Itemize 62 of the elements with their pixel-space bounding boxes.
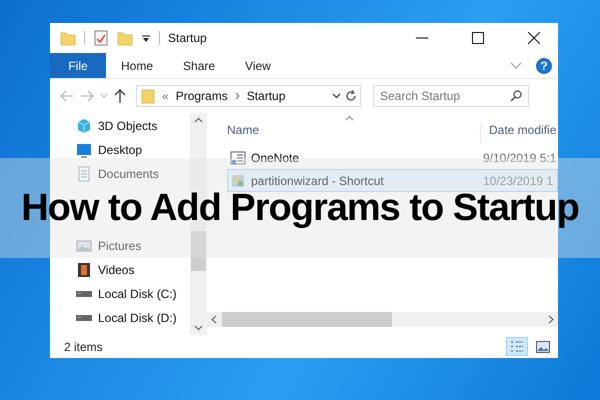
nav-item[interactable]: Documents <box>50 162 190 186</box>
checklist-icon[interactable] <box>93 30 109 46</box>
nav-item[interactable]: Local Disk (C:) <box>50 282 190 306</box>
file-row[interactable]: OneNote 9/10/2019 5:1 <box>227 146 558 169</box>
breadcrumb[interactable]: Startup <box>246 89 286 103</box>
up-arrow-icon[interactable] <box>114 89 126 103</box>
cube-icon <box>76 118 92 134</box>
chevron-right-icon <box>234 92 240 100</box>
scrollbar-thumb[interactable] <box>222 312 392 327</box>
nav-item[interactable]: Local Disk (D:) <box>50 306 190 330</box>
search-field[interactable]: Search Startup <box>373 85 529 107</box>
search-icon <box>510 90 522 102</box>
monitor-icon <box>76 142 92 158</box>
column-header[interactable]: Name <box>207 123 481 143</box>
nav-label: 3D Objects <box>98 119 158 133</box>
nav-label: Videos <box>98 263 134 277</box>
picture-icon <box>76 238 92 254</box>
nav-label: Pictures <box>98 239 142 253</box>
file-date: 9/10/2019 5:1 <box>482 150 556 164</box>
horizontal-scrollbar[interactable] <box>207 312 558 327</box>
file-name: partitionwizard - Shortcut <box>251 174 384 188</box>
nav-item[interactable]: Videos <box>50 258 190 282</box>
chevron-down-icon[interactable] <box>332 93 341 99</box>
breadcrumb[interactable]: Programs <box>176 89 228 103</box>
details-view-button[interactable] <box>506 337 528 356</box>
list-icon <box>230 150 246 166</box>
picture-icon <box>536 340 550 352</box>
window-title: Startup <box>168 31 208 45</box>
app-shortcut-icon <box>230 172 246 188</box>
drive-icon <box>76 315 92 321</box>
ribbon-tab[interactable]: Share <box>168 53 230 78</box>
details-view-icon <box>510 340 524 353</box>
nav-label: Desktop <box>98 143 142 157</box>
nav-label: Local Disk (D:) <box>98 311 177 325</box>
film-icon <box>76 262 92 278</box>
refresh-icon[interactable] <box>345 90 357 102</box>
file-date: 10/23/2019 1 <box>482 174 554 188</box>
help-button[interactable]: ? <box>536 58 552 74</box>
column-header[interactable]: Date modifie <box>481 123 556 143</box>
item-count: 2 items <box>64 340 104 354</box>
address-bar[interactable]: « Programs Startup <box>136 85 361 107</box>
nav-item[interactable]: Desktop <box>50 138 190 162</box>
drive-icon <box>76 291 92 297</box>
ribbon-tab[interactable]: Home <box>106 53 168 78</box>
document-icon <box>76 166 92 182</box>
nav-label: Local Disk (C:) <box>98 287 177 301</box>
scrollbar-thumb[interactable] <box>191 231 206 271</box>
ribbon-tab[interactable]: View <box>230 53 286 78</box>
breadcrumb-overflow[interactable]: « <box>162 89 169 103</box>
nav-item[interactable]: Pictures <box>50 234 190 258</box>
maximize-icon <box>472 32 484 44</box>
scroll-up-icon[interactable] <box>194 117 203 123</box>
close-icon <box>528 32 540 44</box>
file-name: OneNote <box>251 150 300 164</box>
file-row[interactable]: partitionwizard - Shortcut 10/23/2019 1 <box>227 169 558 192</box>
sort-caret-icon <box>345 115 354 121</box>
nav-item[interactable]: 3D Objects <box>50 114 190 138</box>
scroll-down-icon[interactable] <box>194 325 203 331</box>
folder-icon <box>141 88 155 104</box>
search-placeholder: Search Startup <box>380 89 460 103</box>
file-tab[interactable]: File <box>50 53 106 78</box>
nav-label: Documents <box>98 167 159 181</box>
